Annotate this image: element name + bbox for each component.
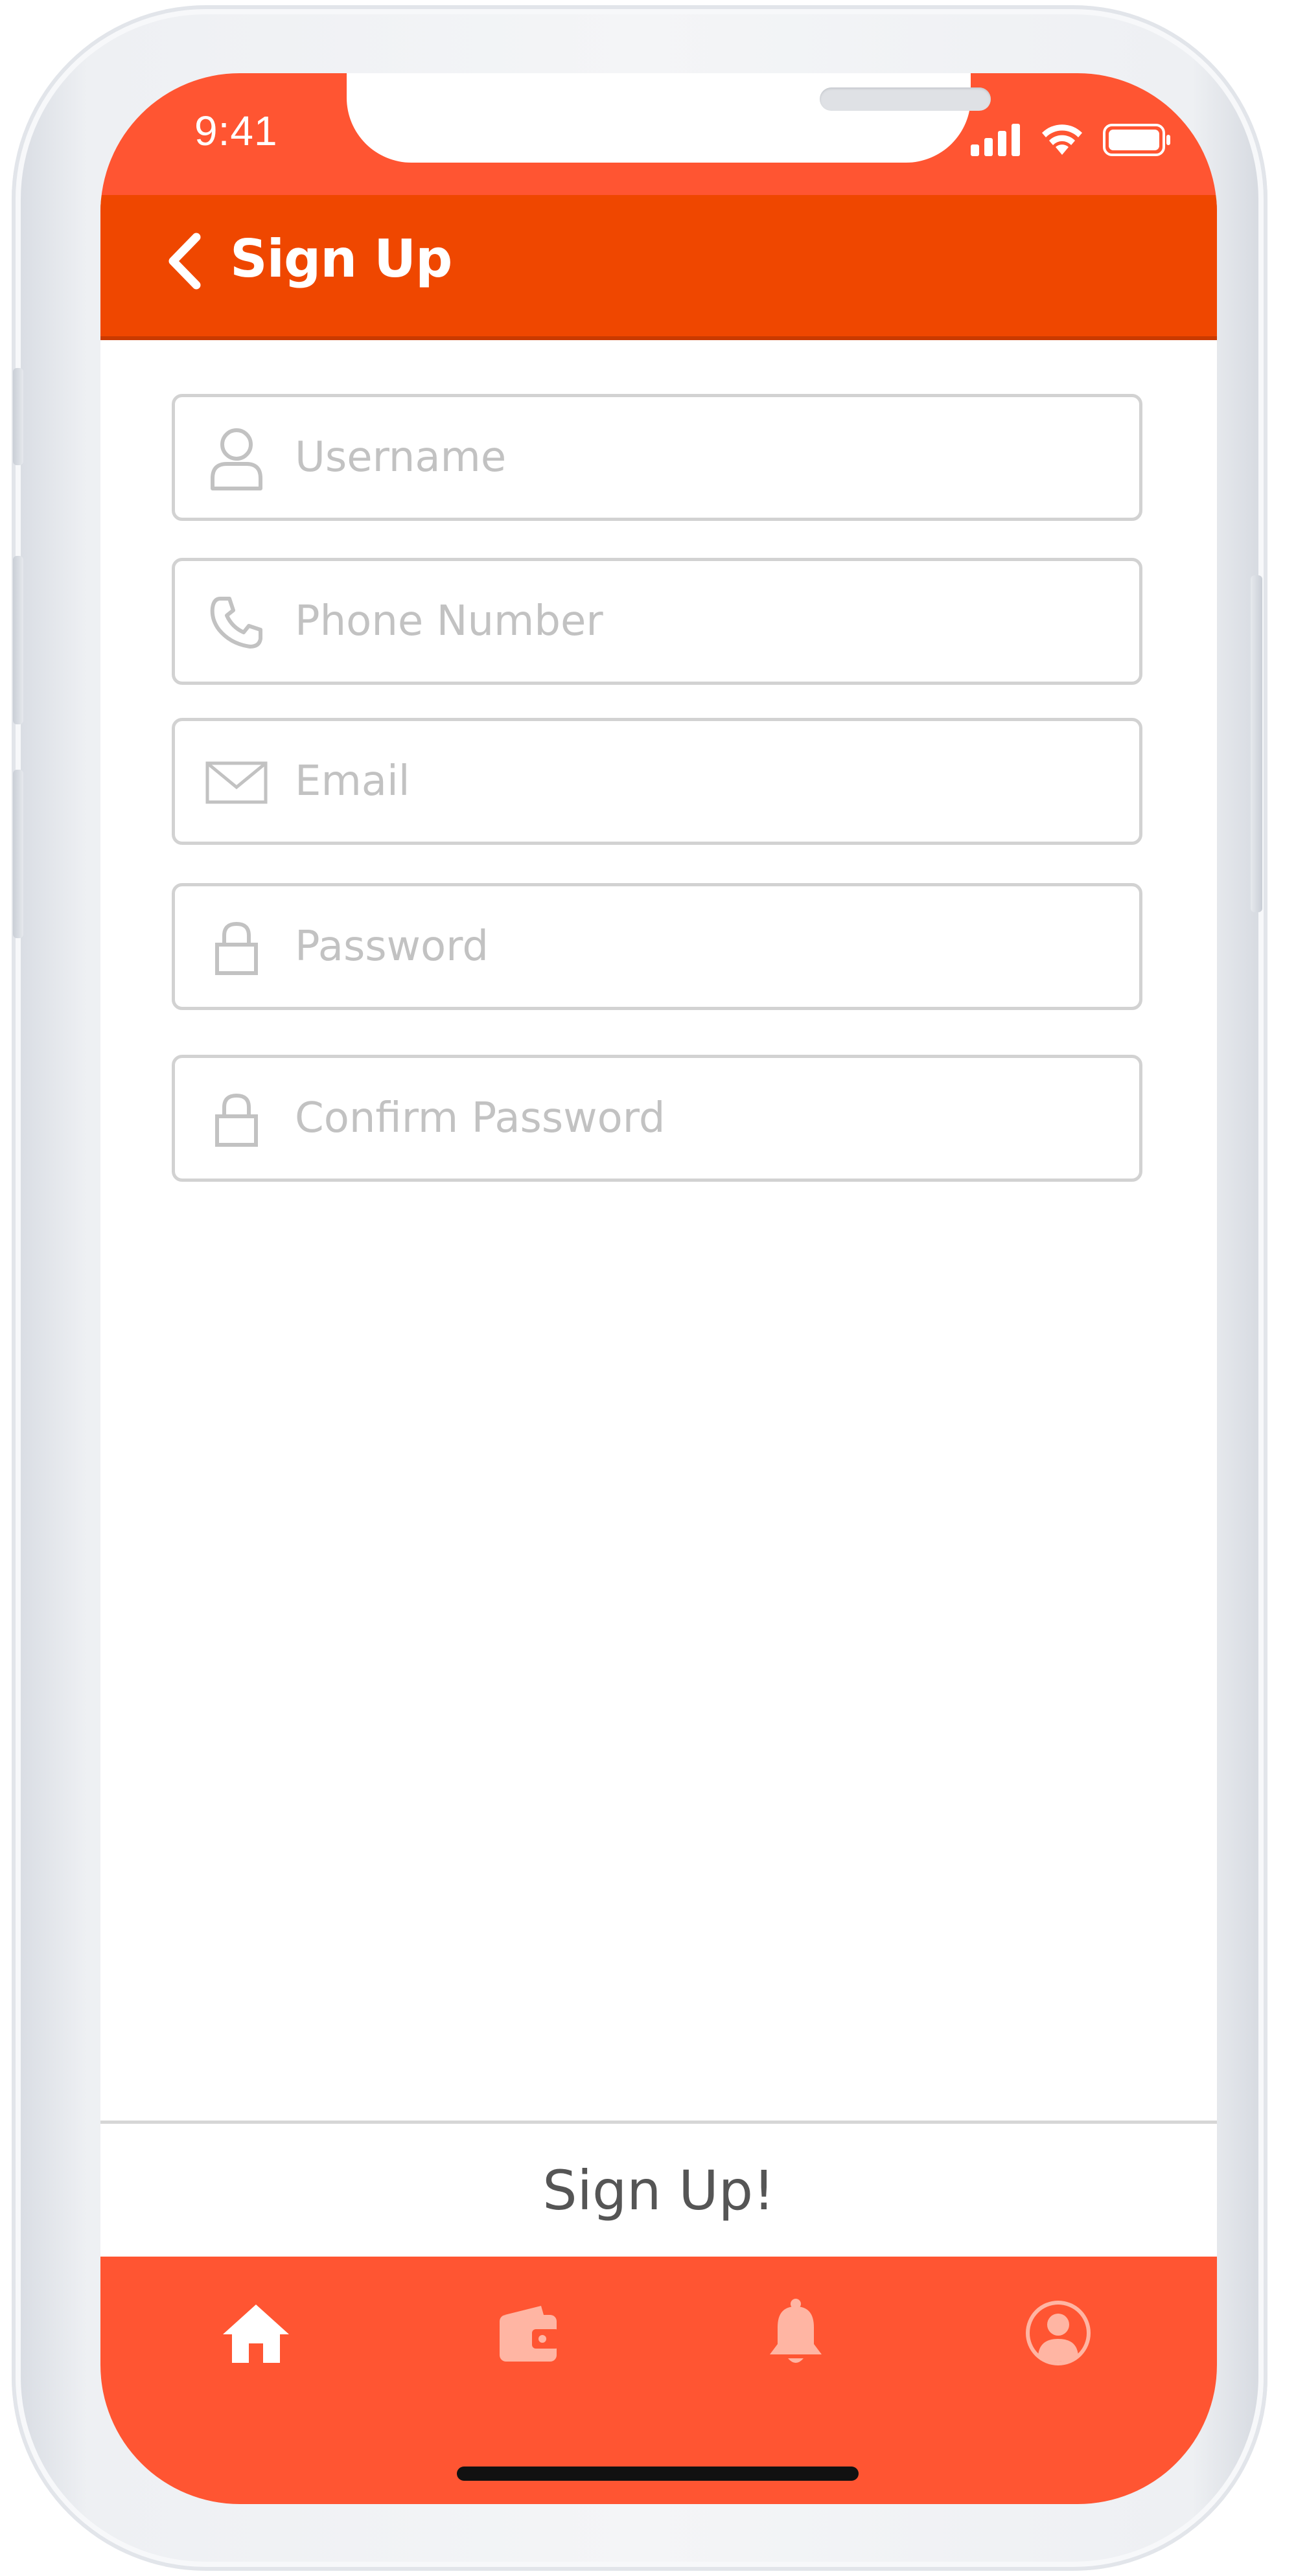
password-input[interactable]	[295, 886, 1124, 1007]
back-button[interactable]	[146, 224, 224, 301]
profile-icon	[1023, 2297, 1094, 2371]
phone-frame: 9:41 Sign Up Username Phone Number Email…	[12, 5, 1267, 2571]
page-title: Sign Up	[230, 229, 452, 289]
status-icons	[971, 120, 1172, 159]
wallet-icon	[496, 2301, 561, 2368]
sign-up-button[interactable]: Sign Up!	[100, 2124, 1217, 2257]
tab-wallet[interactable]	[483, 2289, 573, 2380]
phone-number-input[interactable]	[295, 561, 1124, 682]
tab-home[interactable]	[211, 2289, 301, 2380]
lock-icon	[201, 912, 272, 983]
notch	[347, 73, 991, 163]
tab-profile[interactable]	[1013, 2289, 1104, 2380]
bell-icon	[763, 2297, 828, 2371]
tab-notifications[interactable]	[750, 2289, 841, 2380]
user-icon	[201, 423, 272, 494]
cellular-signal-icon	[971, 124, 1021, 159]
volume-down-button	[13, 770, 23, 938]
app-header: Sign Up	[100, 195, 1217, 336]
email-field[interactable]	[172, 718, 1142, 845]
wifi-icon	[1039, 122, 1085, 159]
screen: 9:41 Sign Up Username Phone Number Email…	[100, 73, 1217, 2504]
home-icon	[220, 2301, 292, 2368]
envelope-icon	[201, 747, 272, 818]
phone-icon	[201, 587, 272, 658]
status-bar: 9:41	[100, 73, 1217, 195]
lock-icon	[201, 1084, 272, 1155]
username-field[interactable]	[172, 394, 1142, 521]
confirm-password-field[interactable]	[172, 1055, 1142, 1182]
battery-icon	[1103, 124, 1172, 159]
volume-up-button	[13, 556, 23, 724]
chevron-left-icon	[165, 232, 204, 293]
confirm-password-input[interactable]	[295, 1058, 1124, 1179]
tab-bar	[100, 2257, 1217, 2504]
password-field[interactable]	[172, 883, 1142, 1010]
speaker-grille	[820, 87, 991, 111]
phone-number-field[interactable]	[172, 558, 1142, 685]
mute-switch	[13, 368, 23, 465]
username-input[interactable]	[295, 397, 1124, 518]
email-input[interactable]	[295, 721, 1124, 842]
home-indicator	[457, 2467, 859, 2481]
status-time: 9:41	[194, 108, 278, 154]
power-button	[1251, 575, 1262, 912]
